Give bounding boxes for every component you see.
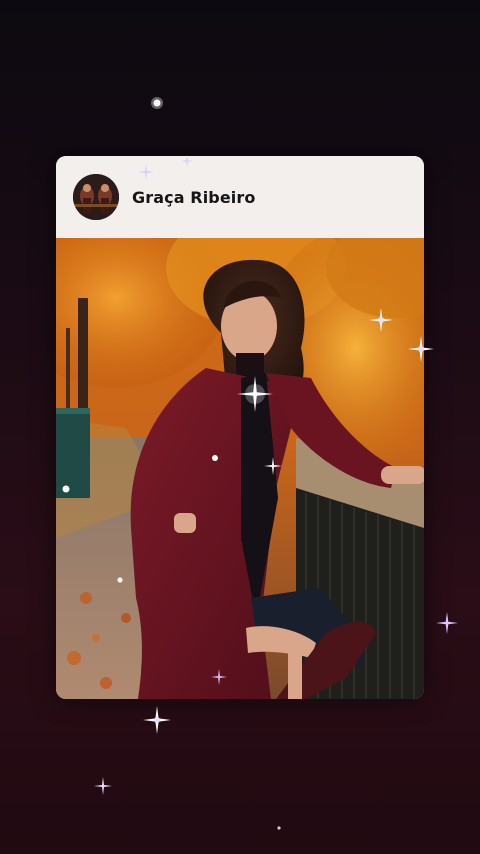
sparkle-icon xyxy=(151,97,163,109)
sparkle-icon xyxy=(94,777,112,795)
sparkle-icon xyxy=(277,826,281,830)
post-header: Graça Ribeiro xyxy=(56,156,424,238)
post-card[interactable]: Graça Ribeiro xyxy=(56,156,424,699)
sparkle-icon xyxy=(436,612,458,634)
sparkle-icon xyxy=(143,706,171,734)
author-name[interactable]: Graça Ribeiro xyxy=(132,188,255,207)
post-photo[interactable] xyxy=(56,238,424,699)
screen: Graça Ribeiro xyxy=(0,0,480,854)
profile-avatar-icon[interactable] xyxy=(73,174,119,220)
